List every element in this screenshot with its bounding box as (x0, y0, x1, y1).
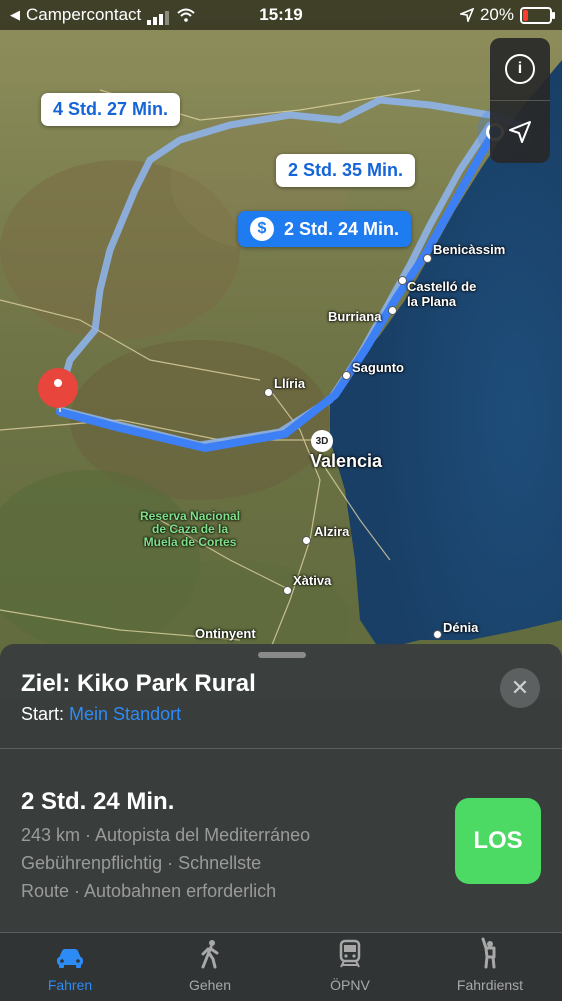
place-dot (388, 306, 397, 315)
tab-label: Gehen (188, 977, 232, 993)
route-detail-line: Route · Autobahnen erforderlich (21, 881, 277, 901)
status-bar: ◀ Campercontact 15:19 20% (0, 0, 562, 30)
tab-label: ÖPNV (330, 977, 370, 993)
sheet-grabber[interactable] (258, 652, 306, 658)
location-arrow-icon (509, 121, 531, 143)
info-icon: i (505, 54, 535, 84)
route-label-selected[interactable]: $ 2 Std. 24 Min. (238, 211, 412, 247)
divider (0, 748, 562, 749)
place-label: Ontinyent (195, 626, 256, 641)
walk-icon (201, 940, 219, 969)
go-button[interactable]: LOS (455, 798, 541, 884)
place-dot (302, 536, 311, 545)
route-details: 243 km · Autopista del Mediterráneo Gebü… (21, 821, 310, 905)
location-services-icon (459, 8, 474, 22)
route-detail-line: Gebührenpflichtig · Schnellste (21, 853, 262, 873)
locate-button[interactable] (490, 101, 550, 163)
place-label: Burriana (328, 309, 382, 324)
place-dot (398, 276, 407, 285)
battery-percent: 20% (479, 5, 514, 24)
route-label-text: 2 Std. 35 Min. (288, 160, 404, 180)
hail-icon (481, 937, 496, 969)
close-icon: ✕ (510, 675, 530, 700)
close-button[interactable]: ✕ (500, 668, 540, 708)
info-button[interactable]: i (490, 38, 550, 100)
route-label-text: 2 Std. 24 Min. (284, 218, 400, 239)
place-label: Llíria (274, 376, 306, 391)
transport-mode-tabbar: Fahren Gehen ÖPNV Fahrdienst (0, 932, 562, 1001)
3d-badge[interactable]: 3D (311, 430, 333, 452)
place-dot (264, 388, 273, 397)
tab-drive[interactable]: Fahren (0, 933, 140, 1001)
place-dot (342, 371, 351, 380)
toll-dollar-icon: $ (250, 217, 274, 241)
start-location-link[interactable]: Mein Standort (69, 704, 181, 724)
tab-transit[interactable]: ÖPNV (280, 933, 420, 1001)
route-label-alt2[interactable]: 2 Std. 35 Min. (276, 154, 416, 187)
start-label: Start: (21, 704, 65, 724)
tab-ride[interactable]: Fahrdienst (420, 933, 560, 1001)
route-label-alt1[interactable]: 4 Std. 27 Min. (41, 93, 181, 126)
place-label: Alzira (314, 524, 350, 539)
tab-walk[interactable]: Gehen (140, 933, 280, 1001)
car-icon (57, 949, 83, 968)
place-label: Sagunto (352, 360, 404, 375)
tab-label: Fahrdienst (456, 977, 524, 993)
route-time[interactable]: 2 Std. 24 Min. (21, 788, 174, 816)
place-label: Dénia (443, 620, 479, 635)
place-dot (283, 586, 292, 595)
battery-icon (520, 6, 555, 24)
train-icon (339, 939, 361, 968)
place-label: Castelló de la Plana (407, 279, 477, 309)
place-dot (433, 630, 442, 639)
start-row: Start: Mein Standort (21, 704, 181, 725)
route-label-text: 4 Std. 27 Min. (53, 99, 169, 119)
tab-label: Fahren (47, 977, 93, 993)
place-label-major: Valencia (310, 451, 383, 471)
reserve-label: Reserva Nacional de Caza de la Muela de … (140, 509, 241, 549)
destination-title: Ziel: Kiko Park Rural (21, 670, 256, 697)
place-label: Benicàssim (433, 242, 506, 257)
route-detail-line: 243 km · Autopista del Mediterráneo (21, 825, 311, 845)
place-label: Xàtiva (293, 573, 332, 588)
place-dot (423, 254, 432, 263)
